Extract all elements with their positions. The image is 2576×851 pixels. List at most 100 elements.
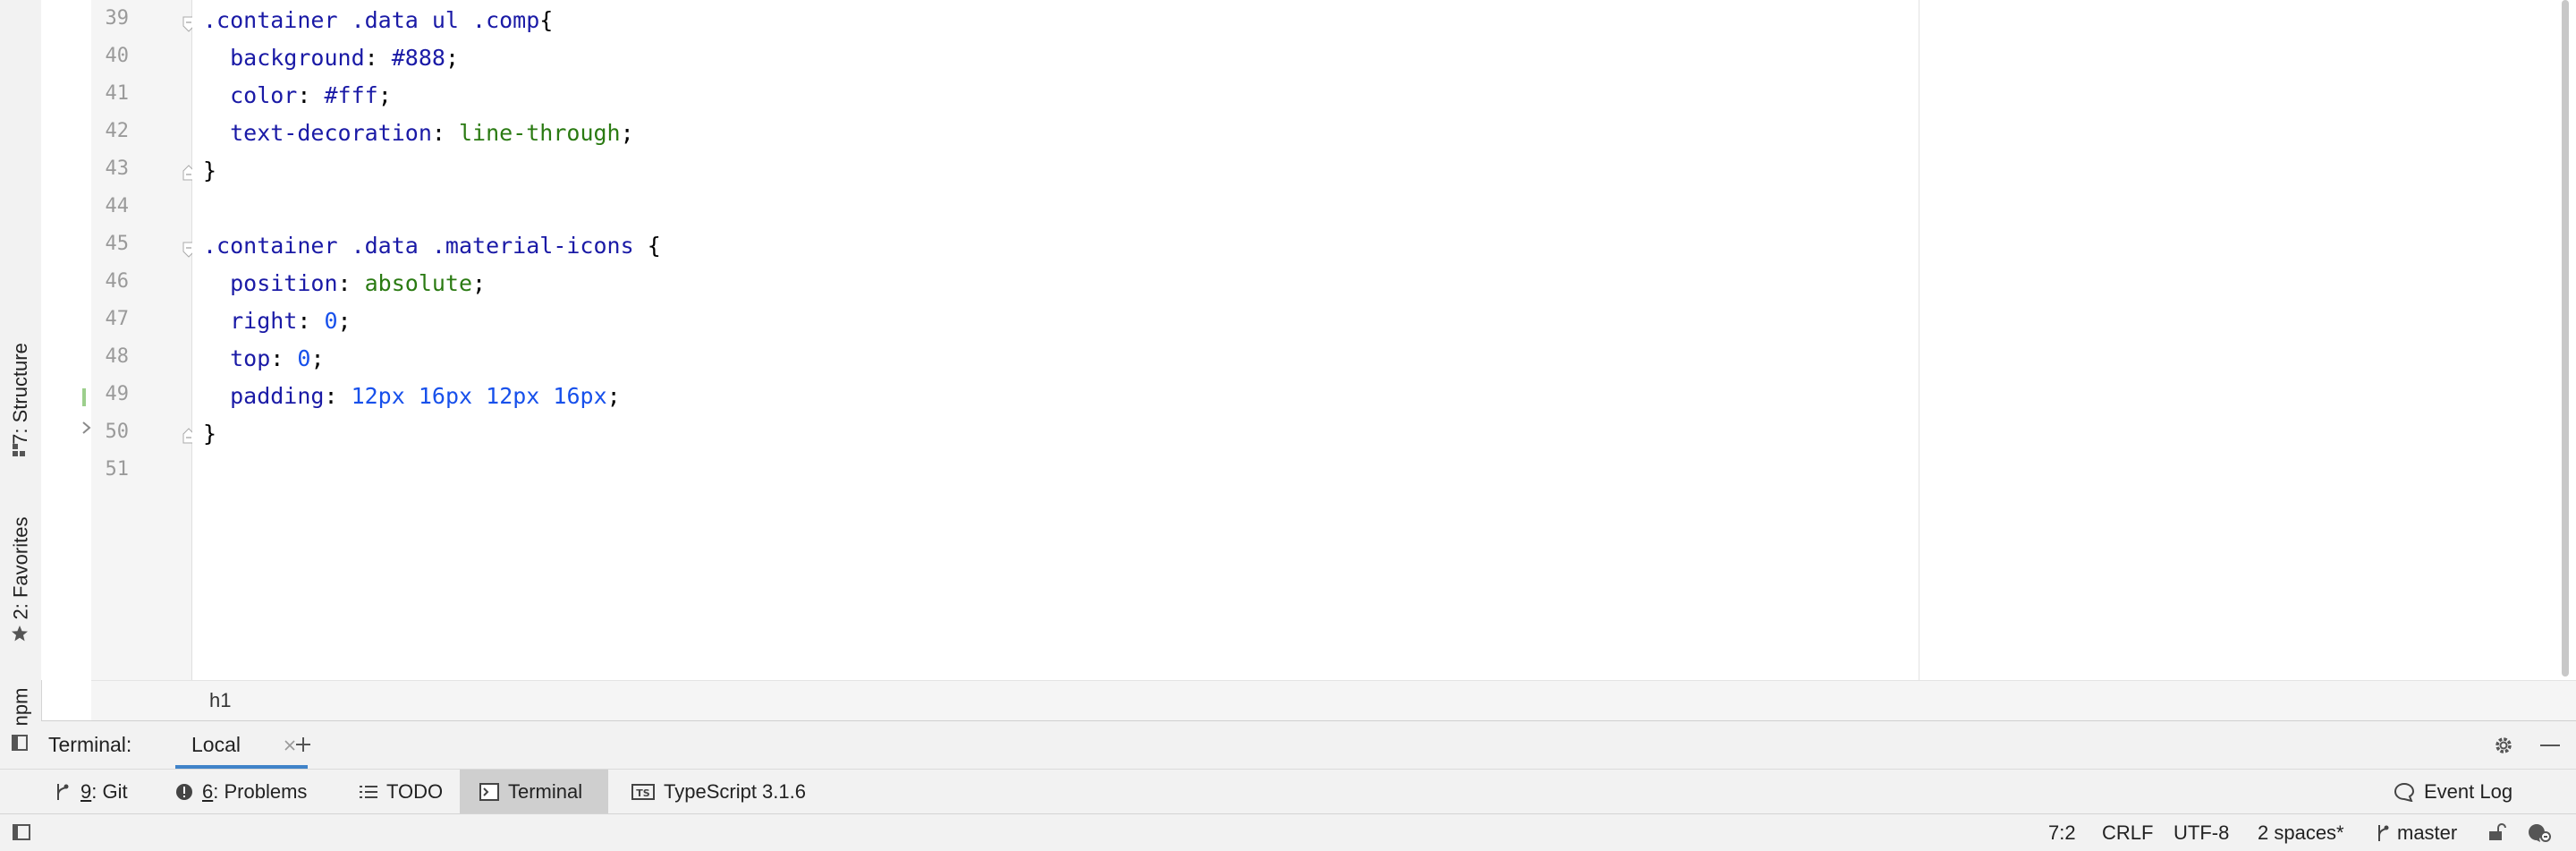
breadcrumb-item[interactable]: h1 xyxy=(209,689,231,712)
line-number: 44 xyxy=(105,195,130,217)
vcs-change-marker xyxy=(82,388,86,406)
code-token: .container .data ul .comp xyxy=(203,7,540,33)
add-terminal-icon[interactable] xyxy=(293,735,313,754)
npm-icon xyxy=(12,735,28,751)
code-token: 16px xyxy=(418,383,473,409)
git-branch-icon xyxy=(57,784,69,800)
terminal-tool-button[interactable]: Terminal xyxy=(460,770,608,814)
terminal-tab-local[interactable]: Local xyxy=(175,721,308,769)
run-marker-icon xyxy=(82,421,91,434)
code-token: } xyxy=(203,157,217,183)
terminal-label: Terminal: xyxy=(48,733,132,756)
line-number: 43 xyxy=(105,157,130,180)
line-number: 42 xyxy=(105,120,130,142)
code-token: ; xyxy=(472,270,487,296)
code-line: .container .data .material-icons { xyxy=(203,233,661,259)
code-token: 12px xyxy=(351,383,405,409)
code-token: padding xyxy=(203,383,325,409)
code-line: padding: 12px 16px 12px 16px; xyxy=(203,383,621,409)
code-token: : xyxy=(431,120,459,146)
gear-icon[interactable] xyxy=(2492,734,2515,757)
star-icon xyxy=(12,625,28,642)
line-number: 47 xyxy=(105,308,130,330)
code-token: : xyxy=(337,270,365,296)
code-token: #888 xyxy=(391,45,445,71)
line-number: 41 xyxy=(105,82,130,105)
code-line: } xyxy=(203,421,216,447)
structure-icon xyxy=(13,444,25,456)
speech-bubble-icon xyxy=(2394,782,2415,802)
code-token: : xyxy=(297,82,325,108)
terminal-icon xyxy=(479,783,499,801)
code-line: right: 0; xyxy=(203,308,352,334)
code-editor[interactable]: .container .data ul .comp{ background: #… xyxy=(192,0,1919,680)
code-line: position: absolute; xyxy=(203,270,486,296)
file-encoding[interactable]: UTF-8 xyxy=(2174,814,2229,851)
code-token: ; xyxy=(377,82,392,108)
code-line: } xyxy=(203,157,216,183)
favorites-tool-tab[interactable]: 2: Favorites xyxy=(0,501,41,635)
line-number: 49 xyxy=(105,383,130,405)
npm-tool-tab[interactable]: npm xyxy=(0,680,41,734)
problems-tool-button[interactable]: 6: Problems xyxy=(175,770,307,814)
code-token: right xyxy=(203,308,298,334)
code-token: ; xyxy=(620,120,634,146)
line-number-gutter: 39 40 41 42 43 44 45 46 47 48 49 50 51 xyxy=(91,0,250,680)
line-number: 48 xyxy=(105,345,130,368)
todo-tool-button[interactable]: TODO xyxy=(360,770,443,814)
code-line: top: 0; xyxy=(203,345,324,371)
code-token: : xyxy=(324,383,352,409)
minimize-icon[interactable] xyxy=(2540,744,2560,747)
code-line: color: #fff; xyxy=(203,82,392,108)
code-token: top xyxy=(203,345,271,371)
code-token: #fff xyxy=(324,82,378,108)
typescript-icon: TS xyxy=(631,784,655,800)
breadcrumb: h1 xyxy=(91,680,2576,720)
line-number: 46 xyxy=(105,270,130,293)
status-bar: 7:2 CRLF UTF-8 2 spaces* master xyxy=(0,813,2576,851)
problems-icon xyxy=(176,784,192,800)
code-token: : xyxy=(297,308,325,334)
vcs-branch[interactable]: master xyxy=(2376,814,2457,851)
typescript-tool-button[interactable]: TS TypeScript 3.1.6 xyxy=(631,770,806,814)
code-line: background: #888; xyxy=(203,45,459,71)
terminal-tab-label: Local xyxy=(191,733,241,756)
git-tool-button[interactable]: 9: Git xyxy=(54,770,128,814)
caret-position[interactable]: 7:2 xyxy=(2048,814,2076,851)
code-token: position xyxy=(203,270,338,296)
layout-toggle-icon[interactable] xyxy=(13,824,30,840)
code-token: } xyxy=(203,421,217,447)
editor-scrollbar[interactable] xyxy=(2562,0,2569,677)
code-token: { xyxy=(647,233,661,259)
code-token: 12px xyxy=(486,383,540,409)
line-separator[interactable]: CRLF xyxy=(2102,814,2153,851)
code-token: ; xyxy=(606,383,621,409)
code-token: color xyxy=(203,82,298,108)
code-line: text-decoration: line-through; xyxy=(203,120,634,146)
structure-tab-label: 7: Structure xyxy=(9,343,31,445)
code-token: text-decoration xyxy=(203,120,432,146)
line-number: 50 xyxy=(105,421,130,443)
inspector-icon[interactable] xyxy=(2528,822,2551,844)
change-marker-column xyxy=(41,0,91,680)
list-icon xyxy=(360,786,377,798)
code-token: line-through xyxy=(458,120,621,146)
code-token: 16px xyxy=(553,383,607,409)
lock-icon[interactable] xyxy=(2487,822,2506,842)
event-log-button[interactable]: Event Log xyxy=(2394,770,2512,814)
indent-setting[interactable]: 2 spaces* xyxy=(2258,814,2344,851)
svg-text:TS: TS xyxy=(636,787,650,799)
terminal-header: Terminal: Local xyxy=(41,720,2576,770)
line-number: 39 xyxy=(105,7,130,30)
code-token: { xyxy=(539,7,554,33)
code-token: background xyxy=(203,45,365,71)
code-token: ; xyxy=(445,45,460,71)
code-token: absolute xyxy=(364,270,473,296)
code-token: 0 xyxy=(297,345,311,371)
left-tool-strip: 7: Structure 2: Favorites npm xyxy=(0,0,42,814)
tool-window-bar: 9: Git 6: Problems TODO Terminal TS Type… xyxy=(0,769,2576,814)
code-token: 0 xyxy=(324,308,338,334)
